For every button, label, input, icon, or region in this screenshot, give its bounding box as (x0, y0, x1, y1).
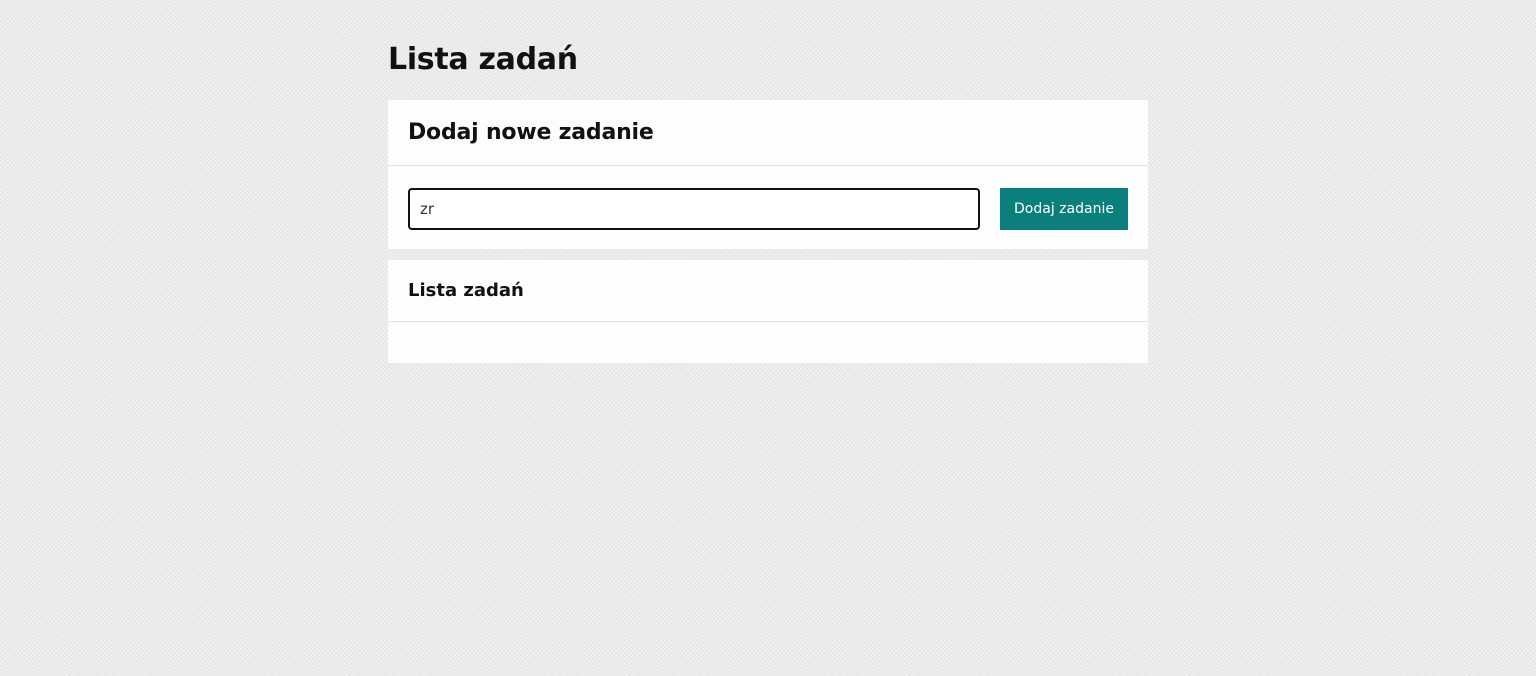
page-title: Lista zadań (388, 42, 578, 77)
add-task-card: Dodaj nowe zadanie Dodaj zadanie (388, 100, 1148, 249)
task-list-card-header: Lista zadań (388, 260, 1148, 322)
task-list-card: Lista zadań (388, 260, 1148, 363)
add-task-card-header: Dodaj nowe zadanie (388, 100, 1148, 166)
task-list-title: Lista zadań (408, 280, 524, 301)
task-list (388, 322, 1148, 362)
add-task-title: Dodaj nowe zadanie (408, 120, 654, 145)
add-task-button[interactable]: Dodaj zadanie (1000, 188, 1128, 230)
task-input[interactable] (408, 188, 980, 230)
add-task-form: Dodaj zadanie (408, 188, 1128, 230)
